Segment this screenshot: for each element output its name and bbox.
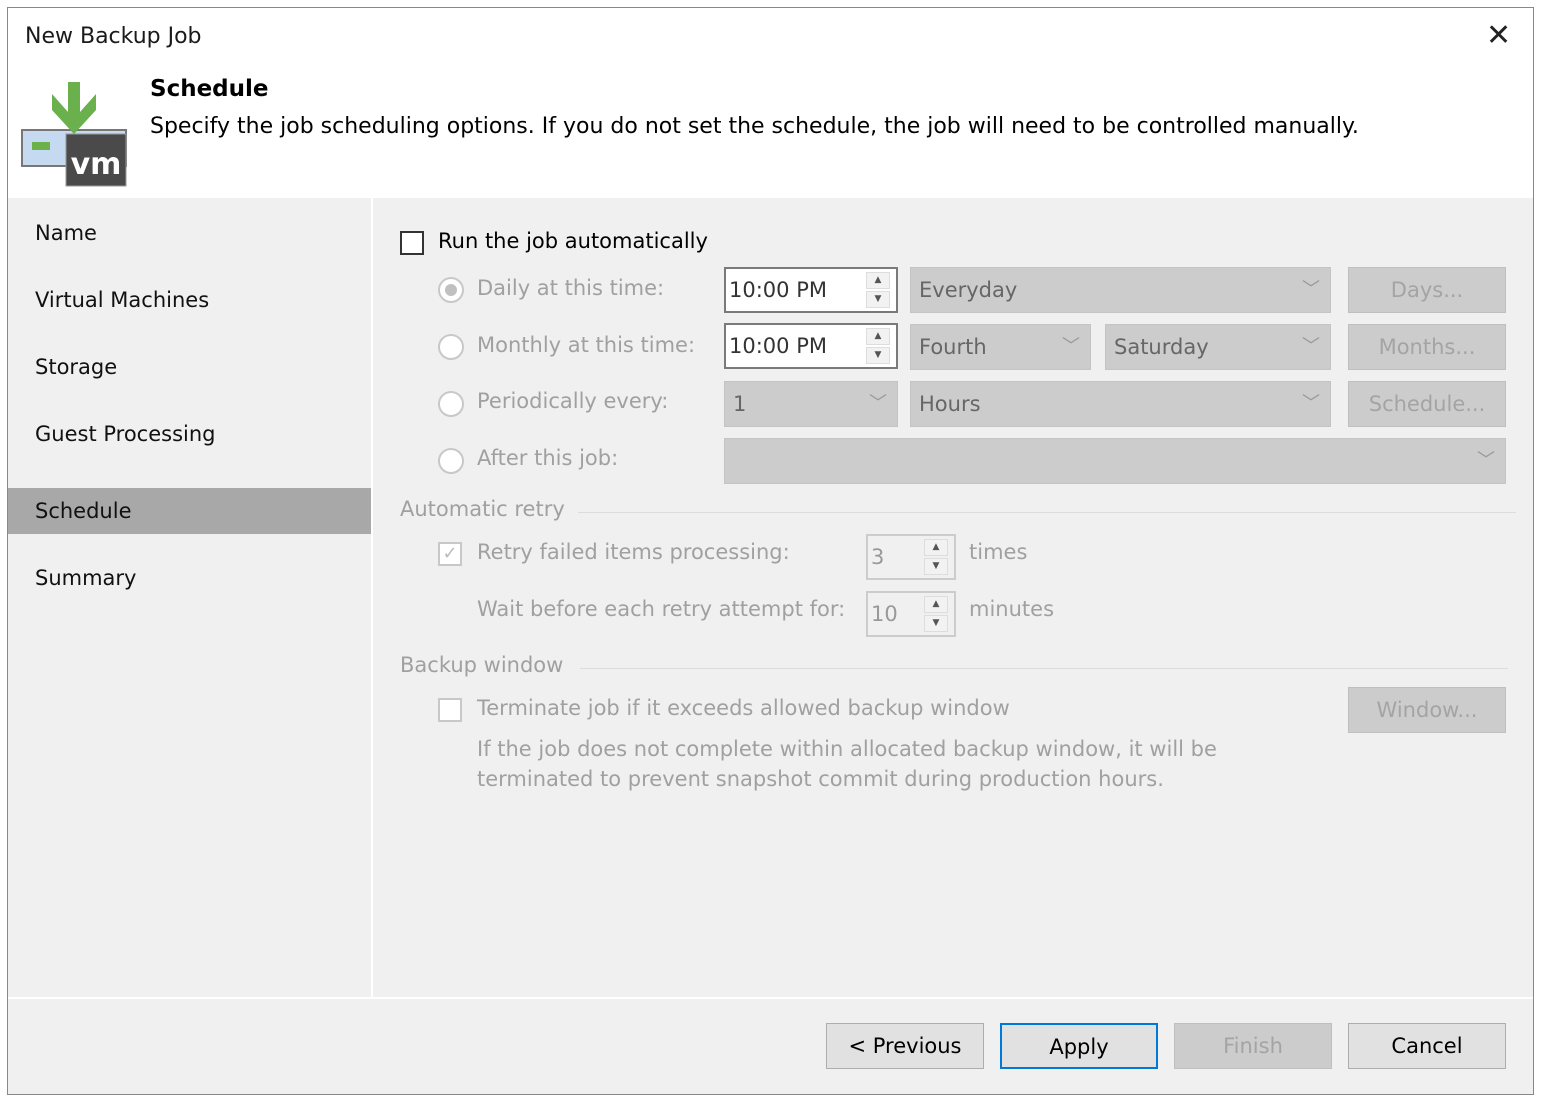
page-description: Specify the job scheduling options. If y… bbox=[150, 114, 1359, 139]
week-select[interactable]: Fourth ﹀ bbox=[910, 324, 1091, 370]
chevron-down-icon: ﹀ bbox=[1477, 450, 1495, 471]
nav-item-virtual-machines[interactable]: Virtual Machines bbox=[8, 277, 371, 323]
monthly-label: Monthly at this time: bbox=[477, 333, 696, 357]
days-select[interactable]: Everyday ﹀ bbox=[910, 267, 1331, 313]
schedule-button[interactable]: Schedule... bbox=[1348, 381, 1506, 427]
retry-checkbox[interactable]: ✓ bbox=[438, 542, 462, 566]
finish-button[interactable]: Finish bbox=[1174, 1023, 1332, 1069]
vm-backup-icon: vm bbox=[21, 82, 127, 187]
weekday-value: Saturday bbox=[1114, 335, 1209, 359]
chevron-down-icon: ﹀ bbox=[869, 393, 887, 414]
monthly-time-input[interactable]: 10:00 PM ▲ ▼ bbox=[724, 323, 898, 369]
divider bbox=[371, 198, 373, 998]
divider bbox=[8, 997, 1533, 999]
after-job-label: After this job: bbox=[477, 446, 619, 470]
period-unit: Hours bbox=[919, 392, 981, 416]
after-job-radio[interactable] bbox=[438, 448, 464, 474]
weekday-select[interactable]: Saturday ﹀ bbox=[1105, 324, 1331, 370]
window-title: New Backup Job bbox=[25, 24, 202, 49]
period-value-select[interactable]: 1 ﹀ bbox=[724, 381, 898, 427]
periodic-radio[interactable] bbox=[438, 391, 464, 417]
retry-count-input[interactable]: 3 ▲ ▼ bbox=[866, 534, 956, 580]
chevron-down-icon: ﹀ bbox=[1302, 279, 1320, 300]
wait-minutes-input[interactable]: 10 ▲ ▼ bbox=[866, 591, 956, 637]
retry-spinner[interactable]: ▲ ▼ bbox=[924, 539, 948, 575]
time-spinner[interactable]: ▲ ▼ bbox=[866, 328, 890, 364]
terminate-label: Terminate job if it exceeds allowed back… bbox=[477, 696, 1010, 720]
after-job-select[interactable]: ﹀ bbox=[724, 438, 1506, 484]
run-automatically-label: Run the job automatically bbox=[438, 229, 708, 253]
days-value: Everyday bbox=[919, 278, 1018, 302]
nav-item-storage[interactable]: Storage bbox=[8, 344, 371, 390]
times-label: times bbox=[969, 540, 1028, 564]
run-automatically-checkbox[interactable] bbox=[400, 231, 424, 255]
days-button[interactable]: Days... bbox=[1348, 267, 1506, 313]
week-value: Fourth bbox=[919, 335, 987, 359]
cancel-button[interactable]: Cancel bbox=[1348, 1023, 1506, 1069]
nav-item-summary[interactable]: Summary bbox=[8, 555, 371, 601]
previous-button[interactable]: < Previous bbox=[826, 1023, 984, 1069]
wait-spinner[interactable]: ▲ ▼ bbox=[924, 596, 948, 632]
automatic-retry-group-label: Automatic retry bbox=[400, 497, 565, 521]
dialog-header: New Backup Job ✕ vm Schedule Specify the… bbox=[8, 8, 1533, 198]
wizard-nav: Name Virtual Machines Storage Guest Proc… bbox=[8, 198, 371, 998]
period-unit-select[interactable]: Hours ﹀ bbox=[910, 381, 1331, 427]
chevron-down-icon: ﹀ bbox=[1302, 393, 1320, 414]
window-note-line2: terminated to prevent snapshot commit du… bbox=[477, 767, 1164, 791]
chevron-down-icon: ﹀ bbox=[1062, 336, 1080, 357]
minutes-label: minutes bbox=[969, 597, 1055, 621]
monthly-time-value: 10:00 PM bbox=[729, 334, 827, 358]
time-spinner[interactable]: ▲ ▼ bbox=[866, 272, 890, 308]
nav-item-name[interactable]: Name bbox=[8, 210, 371, 256]
retry-count-value: 3 bbox=[871, 545, 885, 569]
period-value: 1 bbox=[733, 392, 747, 416]
backup-window-group-label: Backup window bbox=[400, 653, 564, 677]
svg-text:vm: vm bbox=[71, 147, 122, 182]
page-title: Schedule bbox=[150, 76, 269, 102]
window-button[interactable]: Window... bbox=[1348, 687, 1506, 733]
chevron-down-icon: ﹀ bbox=[1302, 336, 1320, 357]
apply-button[interactable]: Apply bbox=[1000, 1023, 1158, 1069]
periodic-label: Periodically every: bbox=[477, 389, 669, 413]
new-backup-job-dialog: New Backup Job ✕ vm Schedule Specify the… bbox=[7, 7, 1534, 1095]
nav-item-guest-processing[interactable]: Guest Processing bbox=[8, 411, 371, 457]
divider bbox=[580, 668, 1508, 669]
months-button[interactable]: Months... bbox=[1348, 324, 1506, 370]
monthly-radio[interactable] bbox=[438, 334, 464, 360]
terminate-checkbox[interactable] bbox=[438, 698, 462, 722]
close-icon[interactable]: ✕ bbox=[1486, 18, 1511, 53]
window-note-line1: If the job does not complete within allo… bbox=[477, 737, 1217, 761]
retry-label: Retry failed items processing: bbox=[477, 540, 790, 564]
daily-time-value: 10:00 PM bbox=[729, 278, 827, 302]
wait-value: 10 bbox=[871, 602, 898, 626]
divider bbox=[578, 512, 1516, 513]
daily-radio[interactable] bbox=[438, 277, 464, 303]
wait-label: Wait before each retry attempt for: bbox=[477, 597, 846, 621]
daily-label: Daily at this time: bbox=[477, 276, 665, 300]
daily-time-input[interactable]: 10:00 PM ▲ ▼ bbox=[724, 267, 898, 313]
nav-item-schedule[interactable]: Schedule bbox=[8, 488, 371, 534]
